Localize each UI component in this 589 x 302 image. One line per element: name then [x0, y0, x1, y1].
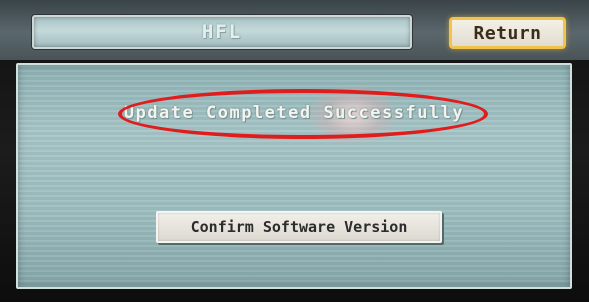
- confirm-software-version-button[interactable]: Confirm Software Version: [156, 211, 442, 243]
- screen-bezel: HFL Return Update Completed Successfully…: [0, 0, 589, 302]
- return-button[interactable]: Return: [449, 17, 566, 49]
- title-box: HFL: [32, 15, 412, 49]
- status-message: Update Completed Successfully: [123, 103, 465, 123]
- page-title: HFL: [201, 21, 243, 43]
- header-bar: HFL Return: [0, 0, 589, 60]
- main-panel: Update Completed Successfully Confirm So…: [16, 63, 572, 289]
- return-button-label: Return: [473, 22, 542, 44]
- confirm-software-version-label: Confirm Software Version: [190, 218, 408, 236]
